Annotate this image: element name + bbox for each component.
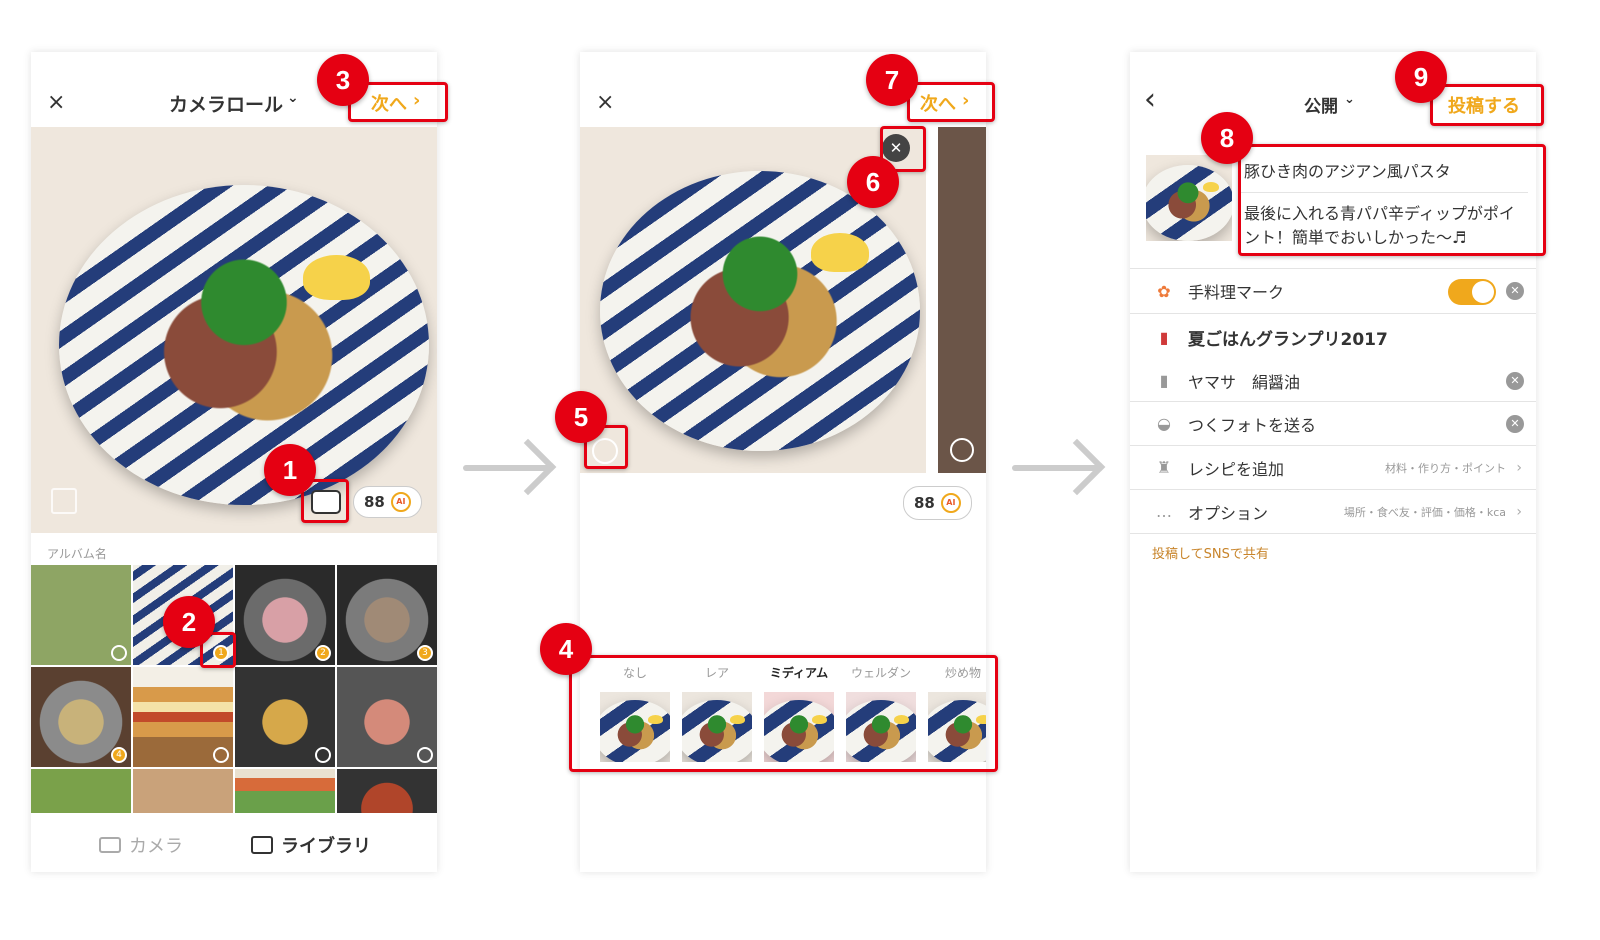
chevron-right-icon: › — [1516, 459, 1522, 476]
selected-photo-preview — [31, 127, 437, 533]
chevron-down-icon: ⌄ — [287, 90, 299, 106]
visibility-label: 公開 — [1304, 97, 1338, 117]
tab-library-label: ライブラリ — [281, 836, 371, 857]
row-sub: 場所・食べ友・評価・価格・kca — [1343, 505, 1506, 519]
ai-count-badge[interactable]: 88 AI — [353, 486, 422, 518]
pasta-plate-image — [600, 171, 920, 451]
tab-camera[interactable]: カメラ — [99, 832, 183, 858]
row-homemade-mark[interactable]: ✿ 手料理マーク ✕ — [1130, 268, 1536, 314]
row-label: ヤマサ 絹醤油 — [1188, 372, 1301, 392]
thumbnail[interactable] — [31, 565, 131, 665]
camera-icon — [99, 837, 121, 853]
thumbnail-grid: 1 2 3 4 — [31, 565, 437, 813]
next-photo-preview[interactable] — [938, 127, 986, 473]
thumbnail[interactable] — [133, 769, 233, 813]
row-summer-grandprix[interactable]: ▮ 夏ごはんグランプリ2017 — [1130, 314, 1536, 360]
pasta-plate-image — [59, 185, 429, 505]
ai-count-badge[interactable]: 88 AI — [903, 486, 972, 520]
row-label: レシピを追加 — [1188, 459, 1285, 479]
close-icon[interactable]: × — [47, 92, 65, 114]
crop-icon[interactable] — [51, 488, 77, 514]
homemade-toggle[interactable] — [1448, 279, 1496, 305]
callout-2: 2 — [163, 596, 215, 648]
row-label: 夏ごはんグランプリ2017 — [1188, 329, 1388, 350]
ai-icon: AI — [390, 492, 411, 512]
chef-hat-icon: ♜ — [1156, 458, 1172, 477]
remove-icon[interactable]: ✕ — [1506, 414, 1524, 433]
album-title: カメラロール — [169, 94, 284, 116]
chevron-down-icon: ⌄ — [1344, 92, 1355, 107]
select-circle[interactable] — [213, 747, 229, 763]
row-add-recipe[interactable]: ♜ レシピを追加 材料・作り方・ポイント › — [1130, 446, 1536, 490]
thumbnail[interactable]: 4 — [31, 667, 131, 767]
arrow-right-icon — [499, 438, 557, 496]
back-icon[interactable]: ‹ — [1144, 82, 1156, 117]
callout-7: 7 — [866, 54, 918, 106]
select-circle[interactable] — [315, 747, 331, 763]
thumbnail[interactable]: 3 — [337, 565, 437, 665]
tab-library[interactable]: ライブラリ — [251, 832, 371, 858]
remove-icon[interactable]: ✕ — [1506, 371, 1524, 390]
row-send-photo[interactable]: ◒ つくフォトを送る ✕ — [1130, 402, 1536, 446]
ai-count: 88 — [364, 493, 385, 511]
select-circle[interactable]: 4 — [111, 747, 127, 763]
highlight-box — [907, 82, 995, 122]
tab-camera-label: カメラ — [129, 836, 183, 857]
ai-count: 88 — [914, 494, 935, 512]
dish-icon: ◒ — [1157, 414, 1171, 433]
album-name-label: アルバム名 — [47, 547, 107, 561]
thumbnail[interactable] — [133, 667, 233, 767]
callout-1: 1 — [264, 444, 316, 496]
highlight-box — [569, 655, 998, 772]
row-label: つくフォトを送る — [1188, 415, 1317, 435]
album-selector[interactable]: カメラロール ⌄ — [169, 90, 299, 117]
visibility-selector[interactable]: 公開 ⌄ — [1304, 92, 1355, 117]
thumbnail[interactable] — [235, 667, 335, 767]
toggle-knob — [1472, 281, 1494, 303]
arrow-right-icon — [1048, 438, 1106, 496]
row-label: 手料理マーク — [1188, 283, 1285, 302]
select-circle[interactable]: 2 — [315, 645, 331, 661]
row-sub: 材料・作り方・ポイント — [1385, 461, 1506, 475]
cup-icon: ▮ — [1159, 327, 1169, 347]
callout-4: 4 — [540, 623, 592, 675]
flower-icon: ✿ — [1157, 281, 1171, 301]
highlight-box — [1430, 84, 1544, 126]
ai-icon: AI — [940, 493, 961, 513]
camera-roll-screen: × カメラロール ⌄ 次へ › 88 AI アルバム名 1 2 3 4 カメラ … — [31, 52, 437, 872]
thumbnail[interactable] — [337, 769, 437, 813]
row-label: オプション — [1188, 503, 1269, 523]
callout-3: 3 — [317, 54, 369, 106]
remove-icon[interactable]: ✕ — [1506, 282, 1524, 300]
bottle-icon: ▮ — [1159, 371, 1169, 390]
more-icon: … — [1156, 502, 1172, 521]
callout-8: 8 — [1201, 112, 1253, 164]
thumbnail[interactable]: 2 — [235, 565, 335, 665]
pasta-plate-image — [1146, 165, 1232, 241]
select-circle[interactable] — [111, 645, 127, 661]
select-circle[interactable] — [417, 747, 433, 763]
highlight-box — [1238, 144, 1546, 256]
callout-5: 5 — [555, 391, 607, 443]
share-sns-link[interactable]: 投稿してSNSで共有 — [1152, 543, 1269, 562]
chevron-right-icon: › — [1516, 503, 1522, 520]
row-yamasa[interactable]: ▮ ヤマサ 絹醤油 ✕ — [1130, 360, 1536, 402]
close-icon[interactable]: × — [596, 92, 614, 114]
post-thumbnail[interactable] — [1146, 155, 1232, 241]
image-icon — [251, 836, 273, 854]
thumbnail[interactable] — [337, 667, 437, 767]
row-options[interactable]: … オプション 場所・食べ友・評価・価格・kca › — [1130, 490, 1536, 534]
select-circle[interactable]: 3 — [417, 645, 433, 661]
thumbnail[interactable] — [31, 769, 131, 813]
callout-6: 6 — [847, 156, 899, 208]
callout-9: 9 — [1395, 51, 1447, 103]
thumbnail[interactable] — [235, 769, 335, 813]
filter-icon[interactable] — [950, 438, 974, 462]
